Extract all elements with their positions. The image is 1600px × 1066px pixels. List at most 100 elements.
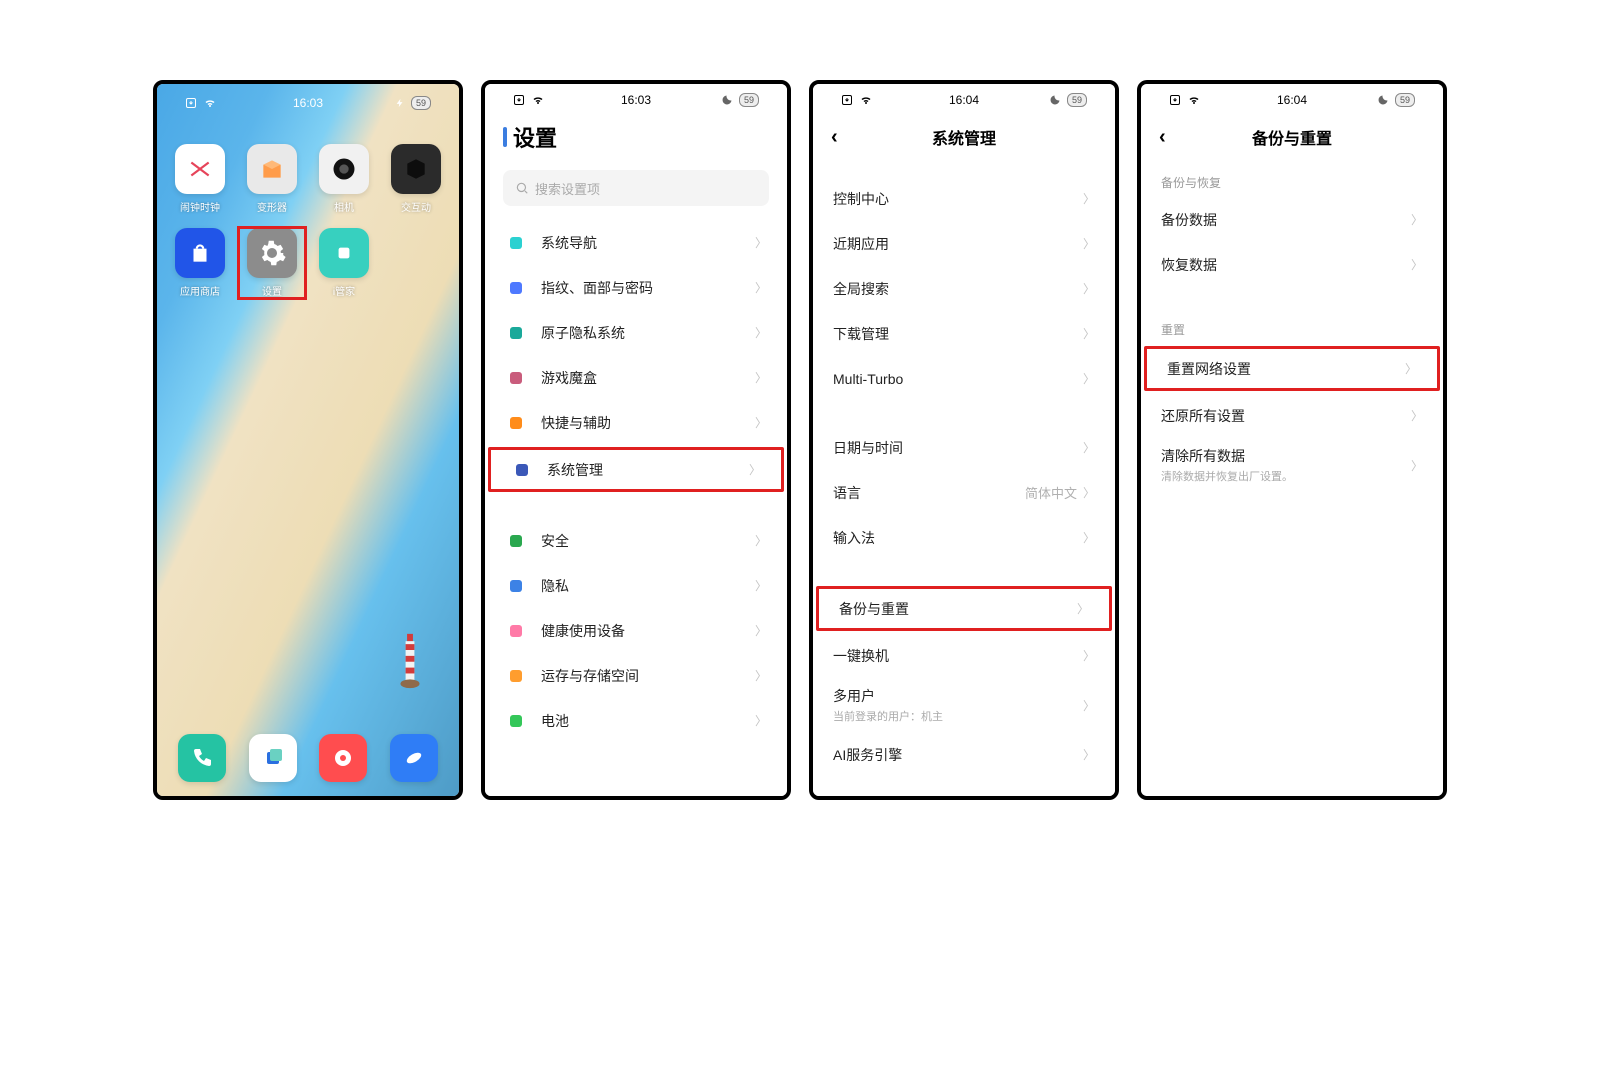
fingerprint-icon <box>505 277 527 299</box>
app-clock[interactable]: 闹钟时钟 <box>167 144 233 214</box>
item-label: AI服务引擎 <box>833 745 1083 765</box>
box-icon <box>247 144 297 194</box>
item-label: Multi-Turbo <box>833 371 1083 387</box>
list-item[interactable]: 还原所有设置〉 <box>1141 393 1443 438</box>
dock-app-phone[interactable] <box>167 734 238 782</box>
list-item[interactable]: 系统导航〉 <box>485 220 787 265</box>
settings-list-group-1: 系统导航〉 指纹、面部与密码〉 原子隐私系统〉 游戏魔盒〉 快捷与辅助〉 系统管… <box>485 220 787 494</box>
list-item[interactable]: 系统管理〉 <box>488 447 784 492</box>
status-right: 59 <box>721 93 759 107</box>
status-bar: 16:03 59 <box>157 90 459 116</box>
list-item[interactable]: 原子隐私系统〉 <box>485 310 787 355</box>
list-item[interactable]: 游戏魔盒〉 <box>485 355 787 400</box>
item-label: 隐私 <box>541 576 755 596</box>
list-item[interactable]: 清除所有数据 清除数据并恢复出厂设置。 〉 <box>1141 438 1443 492</box>
status-bar: 16:03 59 <box>485 84 787 110</box>
section-label-backup: 备份与恢复 <box>1141 164 1443 197</box>
status-bar: 16:04 59 <box>1141 84 1443 110</box>
dock-app-music[interactable] <box>308 734 379 782</box>
app-bag[interactable]: 应用商店 <box>167 228 233 298</box>
item-label: 还原所有设置 <box>1161 406 1411 426</box>
list-item[interactable]: 语言简体中文〉 <box>813 470 1115 515</box>
app-shield[interactable]: i管家 <box>311 228 377 298</box>
chevron-right-icon: 〉 <box>755 234 767 251</box>
wifi-icon <box>531 94 545 106</box>
list-item[interactable]: 隐私〉 <box>485 563 787 608</box>
status-left-icons <box>1169 94 1201 106</box>
page-title: 系统管理 <box>932 125 996 149</box>
list-item[interactable]: 重置网络设置〉 <box>1144 346 1440 391</box>
chevron-right-icon: 〉 <box>1083 697 1095 714</box>
system-list-group-2: 日期与时间〉语言简体中文〉输入法〉 <box>813 425 1115 560</box>
chevron-right-icon: 〉 <box>755 279 767 296</box>
app-gear[interactable]: 设置 <box>239 228 305 298</box>
list-item[interactable]: 运存与存储空间〉 <box>485 653 787 698</box>
page-header: ‹ 备份与重置 <box>1141 110 1443 164</box>
bolt-icon <box>395 97 405 109</box>
page-header: 设置 <box>485 110 787 164</box>
back-button[interactable]: ‹ <box>1159 126 1166 149</box>
chevron-right-icon: 〉 <box>1411 256 1423 273</box>
item-label: 语言 <box>833 483 1025 503</box>
battery-indicator: 59 <box>739 93 759 107</box>
list-item[interactable]: 恢复数据〉 <box>1141 242 1443 287</box>
bag-icon <box>175 228 225 278</box>
item-label: 控制中心 <box>833 189 1083 209</box>
list-item[interactable]: 多用户 当前登录的用户：机主 〉 <box>813 678 1115 732</box>
wifi-icon <box>203 97 217 109</box>
item-label: 系统管理 <box>547 460 749 480</box>
list-item[interactable]: 全局搜索〉 <box>813 266 1115 311</box>
list-item[interactable]: 日期与时间〉 <box>813 425 1115 470</box>
item-label: 备份数据 <box>1161 210 1411 230</box>
status-right: 59 <box>1377 93 1415 107</box>
shield-icon <box>505 530 527 552</box>
list-item[interactable]: 输入法〉 <box>813 515 1115 560</box>
list-item[interactable]: 指纹、面部与密码〉 <box>485 265 787 310</box>
item-label: 一键换机 <box>833 646 1083 666</box>
app-label: 闹钟时钟 <box>180 199 220 214</box>
app-label: 设置 <box>262 283 282 298</box>
nav-icon <box>505 232 527 254</box>
chevron-right-icon: 〉 <box>1083 235 1095 252</box>
item-sublabel: 清除数据并恢复出厂设置。 <box>1161 468 1411 484</box>
item-label: 清除所有数据 <box>1161 446 1411 466</box>
chevron-right-icon: 〉 <box>755 667 767 684</box>
chevron-right-icon: 〉 <box>755 532 767 549</box>
status-time: 16:04 <box>1277 93 1307 107</box>
phone-screen-backup-reset: 16:04 59 ‹ 备份与重置 备份与恢复 备份数据〉恢复数据〉 重置 重置网… <box>1137 80 1447 800</box>
app-cube[interactable]: 交互动 <box>383 144 449 214</box>
phone-screen-home: 16:03 59 闹钟时钟 变形器 相机 交互动 应用商店 设置 i管家 <box>153 80 463 800</box>
cube-icon <box>391 144 441 194</box>
dock-app-msg[interactable] <box>238 734 309 782</box>
dock-app-leaf[interactable] <box>379 734 450 782</box>
page-header: ‹ 系统管理 <box>813 110 1115 164</box>
item-label: 运存与存储空间 <box>541 666 755 686</box>
system-list-group-3: 备份与重置〉一键换机〉 多用户 当前登录的用户：机主 〉AI服务引擎〉 <box>813 584 1115 777</box>
search-input[interactable]: 搜索设置项 <box>503 170 769 206</box>
list-item[interactable]: 快捷与辅助〉 <box>485 400 787 445</box>
list-item[interactable]: 电池〉 <box>485 698 787 743</box>
list-item[interactable]: 备份数据〉 <box>1141 197 1443 242</box>
app-camera[interactable]: 相机 <box>311 144 377 214</box>
chevron-right-icon: 〉 <box>1405 360 1417 377</box>
system-icon <box>511 459 533 481</box>
list-item[interactable]: 备份与重置〉 <box>816 586 1112 631</box>
list-item[interactable]: 安全〉 <box>485 518 787 563</box>
list-item[interactable]: 近期应用〉 <box>813 221 1115 266</box>
back-button[interactable]: ‹ <box>831 126 838 149</box>
list-item[interactable]: 控制中心〉 <box>813 176 1115 221</box>
item-label: 全局搜索 <box>833 279 1083 299</box>
list-item[interactable]: AI服务引擎〉 <box>813 732 1115 777</box>
storage-icon <box>505 665 527 687</box>
item-label: 电池 <box>541 711 755 731</box>
list-item[interactable]: 下载管理〉 <box>813 311 1115 356</box>
chevron-right-icon: 〉 <box>755 414 767 431</box>
chevron-right-icon: 〉 <box>1077 600 1089 617</box>
list-item[interactable]: 健康使用设备〉 <box>485 608 787 653</box>
battery-indicator: 59 <box>1067 93 1087 107</box>
chevron-right-icon: 〉 <box>749 461 761 478</box>
list-item[interactable]: 一键换机〉 <box>813 633 1115 678</box>
lock-icon <box>505 575 527 597</box>
app-box[interactable]: 变形器 <box>239 144 305 214</box>
list-item[interactable]: Multi-Turbo〉 <box>813 356 1115 401</box>
